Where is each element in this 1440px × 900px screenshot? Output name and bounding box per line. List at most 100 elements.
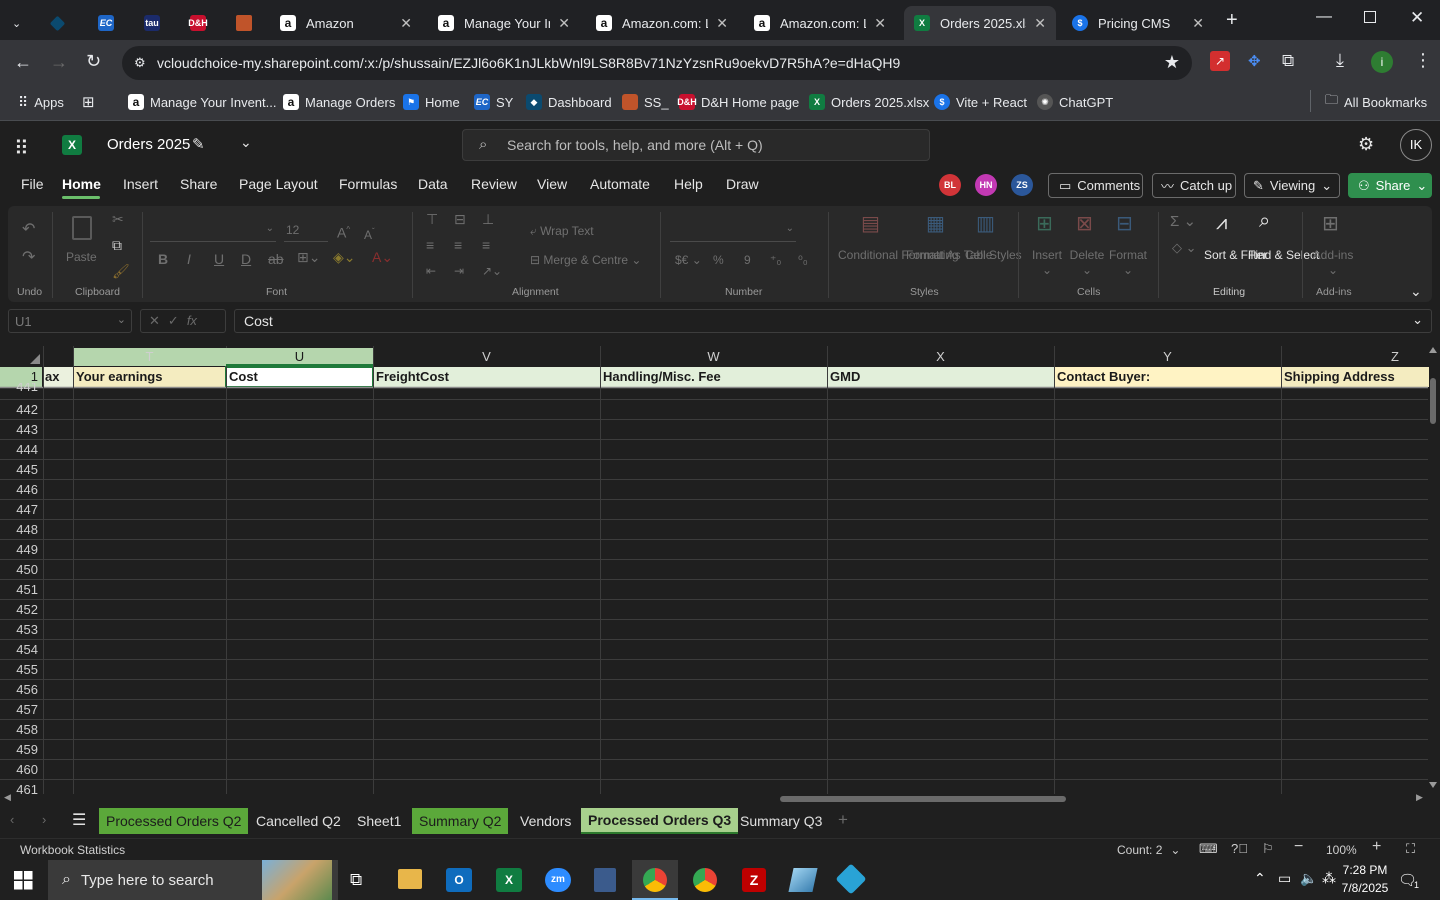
system-tray-chevron-icon[interactable]: ⌃ bbox=[1254, 870, 1266, 887]
row-header-446[interactable]: 446 bbox=[0, 482, 42, 497]
bookmark-dashboard[interactable]: ◆ Dashboard bbox=[526, 92, 612, 112]
excel-taskbar-icon[interactable]: X bbox=[496, 868, 522, 892]
prev-sheet-icon[interactable]: ‹ bbox=[10, 812, 14, 827]
orientation-icon[interactable]: ↗⌄ bbox=[482, 264, 502, 279]
bookmark-star-icon[interactable]: ★ bbox=[1164, 52, 1180, 73]
menu-home[interactable]: Home bbox=[62, 176, 101, 192]
align-middle-icon[interactable]: ⊟ bbox=[454, 212, 466, 227]
format-painter-icon[interactable]: 🖌 bbox=[112, 264, 130, 279]
increase-decimal-icon[interactable]: ⁺₀ bbox=[770, 253, 781, 268]
enter-check-icon[interactable]: ✓ bbox=[168, 313, 187, 328]
close-window-icon[interactable]: ✕ bbox=[1410, 8, 1424, 28]
clear-eraser-icon[interactable]: ◇ ⌄ bbox=[1172, 240, 1197, 255]
cell-u1[interactable]: Cost bbox=[227, 367, 373, 387]
format-cells-button[interactable]: Format ⌄ bbox=[1106, 248, 1150, 278]
menu-file[interactable]: File bbox=[21, 176, 44, 192]
close-tab-icon[interactable]: ✕ bbox=[716, 15, 728, 32]
increase-font-icon[interactable]: A^ bbox=[337, 222, 350, 241]
sheet-tab-summary-q2[interactable]: Summary Q2 bbox=[412, 808, 509, 834]
chrome-profile-icon[interactable] bbox=[693, 868, 717, 892]
font-size-select[interactable]: 12 bbox=[284, 220, 328, 242]
decrease-decimal-icon[interactable]: ⁰₀ bbox=[798, 253, 808, 268]
row-header-460[interactable]: 460 bbox=[0, 762, 42, 777]
row-header-458[interactable]: 458 bbox=[0, 722, 42, 737]
column-header-v[interactable]: V bbox=[373, 348, 600, 366]
collaborator-avatar-hn[interactable]: HN bbox=[975, 174, 997, 196]
sheet-tab-sheet1[interactable]: Sheet1 bbox=[350, 808, 408, 834]
row-header-456[interactable]: 456 bbox=[0, 682, 42, 697]
feedback-icon[interactable]: ⚐ bbox=[1262, 841, 1274, 857]
app-launcher-icon[interactable]: ⠿ bbox=[14, 136, 29, 161]
underline-icon[interactable]: U bbox=[214, 252, 224, 267]
bookmark-apps[interactable]: ⠿ Apps bbox=[18, 92, 64, 112]
wrap-text-button[interactable]: ⤶ Wrap Text bbox=[530, 224, 594, 239]
collaborator-avatar-bl[interactable]: BL bbox=[939, 174, 961, 196]
menu-draw[interactable]: Draw bbox=[726, 176, 759, 192]
bookmark-ss[interactable]: SS_ bbox=[622, 92, 669, 112]
site-info-icon[interactable]: ⚙ bbox=[134, 55, 146, 71]
new-tab-plus-icon[interactable]: + bbox=[1226, 9, 1238, 32]
status-count[interactable]: Count: 2 ⌄ bbox=[1117, 843, 1180, 857]
align-right-icon[interactable]: ≡ bbox=[482, 238, 490, 253]
bookmark-vite-react[interactable]: $ Vite + React bbox=[934, 92, 1027, 112]
align-left-icon[interactable]: ≡ bbox=[426, 238, 434, 253]
formula-input[interactable]: Cost ⌄ bbox=[234, 309, 1432, 333]
kite-taskbar-icon[interactable] bbox=[835, 863, 867, 895]
column-header-w[interactable]: W bbox=[600, 348, 827, 366]
close-tab-icon[interactable]: ✕ bbox=[558, 15, 570, 32]
row-header-454[interactable]: 454 bbox=[0, 642, 42, 657]
strikethrough-icon[interactable]: ab bbox=[268, 252, 284, 267]
download-icon[interactable]: ⤓ bbox=[1336, 50, 1344, 71]
bookmark-chatgpt[interactable]: ✺ ChatGPT bbox=[1037, 92, 1113, 112]
pinned-tab-3[interactable]: tau bbox=[134, 6, 174, 40]
undo-icon[interactable]: ↶ bbox=[22, 222, 35, 238]
close-tab-icon[interactable]: ✕ bbox=[1034, 15, 1046, 32]
maximize-icon[interactable] bbox=[1364, 11, 1376, 23]
format-as-table-button[interactable]: Format As Table bbox=[906, 248, 992, 263]
cell-styles-button[interactable]: Cell Styles bbox=[965, 248, 1022, 263]
next-sheet-icon[interactable]: › bbox=[42, 812, 46, 827]
scroll-left-arrow-icon[interactable]: ◀ bbox=[4, 792, 11, 803]
row-header-457[interactable]: 457 bbox=[0, 702, 42, 717]
close-tab-icon[interactable]: ✕ bbox=[1192, 15, 1204, 32]
cell-x1[interactable]: GMD bbox=[828, 367, 1054, 387]
minimize-icon[interactable]: — bbox=[1316, 8, 1332, 26]
scroll-right-arrow-icon[interactable]: ▶ bbox=[1416, 792, 1423, 803]
forward-arrow-icon[interactable]: → bbox=[50, 52, 68, 73]
windows-start-icon[interactable] bbox=[14, 871, 33, 890]
menu-formulas[interactable]: Formulas bbox=[339, 176, 397, 192]
volume-icon[interactable]: 🔈 bbox=[1300, 870, 1317, 887]
pinned-tab-2[interactable]: EC bbox=[88, 6, 128, 40]
document-title[interactable]: Orders 2025 bbox=[107, 136, 190, 153]
row-header-450[interactable]: 450 bbox=[0, 562, 42, 577]
row-header-445[interactable]: 445 bbox=[0, 462, 42, 477]
close-tab-icon[interactable]: ✕ bbox=[874, 15, 886, 32]
insert-cells-button[interactable]: Insert ⌄ bbox=[1028, 248, 1066, 278]
share-button[interactable]: ⚇ Share ⌄ bbox=[1348, 173, 1432, 198]
align-top-icon[interactable]: ⊤ bbox=[426, 212, 438, 227]
horizontal-scroll-thumb[interactable] bbox=[780, 796, 1066, 802]
menu-data[interactable]: Data bbox=[418, 176, 448, 192]
network-icon[interactable]: ▭ bbox=[1278, 870, 1291, 887]
menu-page-layout[interactable]: Page Layout bbox=[239, 176, 318, 192]
cell-z1[interactable]: Shipping Address bbox=[1282, 367, 1428, 387]
borders-icon[interactable]: ⊞⌄ bbox=[297, 250, 320, 265]
cell-t1[interactable]: Your earnings bbox=[74, 367, 226, 387]
collaborator-avatar-zs[interactable]: ZS bbox=[1011, 174, 1033, 196]
cell-y1[interactable]: Contact Buyer: bbox=[1055, 367, 1281, 387]
double-underline-icon[interactable]: D bbox=[241, 252, 251, 267]
pinned-tab-1[interactable] bbox=[42, 6, 82, 40]
percent-style-button[interactable]: % bbox=[713, 253, 724, 268]
ribbon-collapse-icon[interactable]: ⌄ bbox=[1410, 283, 1422, 300]
taskbar-time[interactable]: 7:28 PM bbox=[1330, 863, 1400, 877]
tab-search-button[interactable]: ⌄ bbox=[4, 6, 38, 40]
catch-up-button[interactable]: 〰 Catch up bbox=[1152, 173, 1236, 198]
file-explorer-icon[interactable] bbox=[398, 869, 422, 889]
increase-indent-icon[interactable]: ⇥ bbox=[454, 264, 464, 279]
extension-pdf-icon[interactable]: ↗ bbox=[1210, 51, 1230, 71]
tab-manage-inventory[interactable]: a Manage Your In ✕ bbox=[428, 6, 580, 40]
conditional-formatting-button[interactable]: Conditional Formatting bbox=[838, 248, 959, 263]
filezilla-icon[interactable]: Z bbox=[742, 868, 766, 892]
tab-amazon-lg-2[interactable]: a Amazon.com: LG ✕ bbox=[744, 6, 896, 40]
pinned-tab-5[interactable] bbox=[226, 6, 266, 40]
